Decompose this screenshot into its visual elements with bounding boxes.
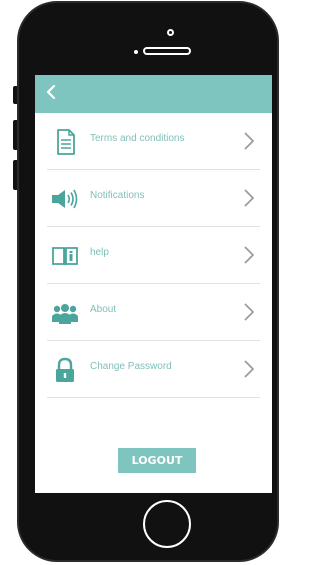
back-button[interactable] <box>41 81 61 103</box>
lock-icon <box>51 357 79 383</box>
menu-item-about[interactable]: About <box>47 284 260 341</box>
menu-item-help[interactable]: help <box>47 227 260 284</box>
camera-icon <box>167 29 174 36</box>
menu-item-change-password[interactable]: Change Password <box>47 341 260 398</box>
speaker-icon <box>51 186 79 212</box>
menu-item-label: Notifications <box>90 190 145 201</box>
home-button[interactable] <box>143 500 191 548</box>
chevron-left-icon <box>46 84 56 100</box>
menu-item-label: About <box>90 304 117 315</box>
logout-button[interactable]: LOGOUT <box>118 448 196 473</box>
chevron-right-icon <box>244 189 254 207</box>
settings-menu: Terms and conditions Notifications help … <box>35 113 272 398</box>
menu-item-terms[interactable]: Terms and conditions <box>47 113 260 170</box>
menu-item-label: help <box>90 247 109 258</box>
people-icon <box>51 300 79 326</box>
top-bar <box>35 75 272 113</box>
chevron-right-icon <box>244 246 254 264</box>
chevron-right-icon <box>244 303 254 321</box>
app-screen: Terms and conditions Notifications help … <box>35 75 272 493</box>
menu-item-label: Terms and conditions <box>90 133 185 144</box>
sensor-dot <box>134 50 138 54</box>
document-icon <box>51 129 79 155</box>
chevron-right-icon <box>244 132 254 150</box>
earpiece-speaker <box>143 47 191 55</box>
menu-item-label: Change Password <box>90 361 172 372</box>
menu-item-notifications[interactable]: Notifications <box>47 170 260 227</box>
chevron-right-icon <box>244 360 254 378</box>
book-icon <box>51 243 79 269</box>
